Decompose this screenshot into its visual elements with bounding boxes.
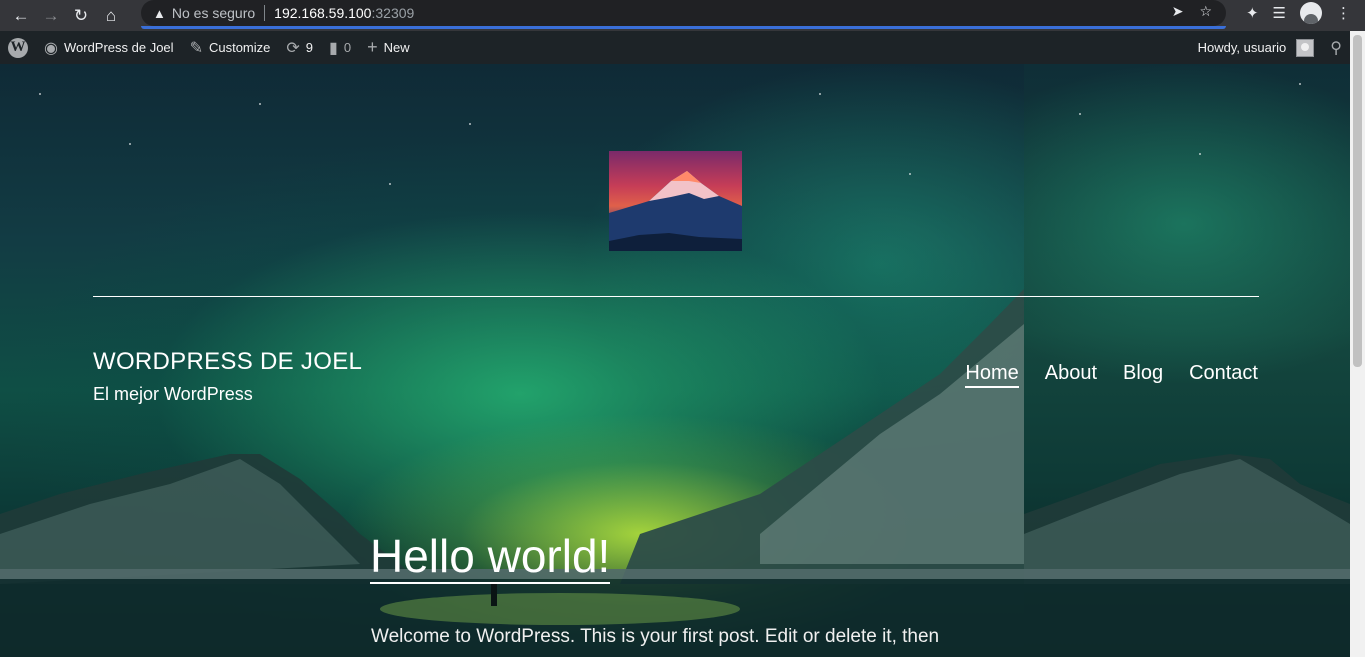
comments-count[interactable]: 0	[344, 40, 351, 55]
comments-link[interactable]: ▮ 0	[321, 31, 359, 64]
home-icon[interactable]: ⌂	[96, 4, 126, 28]
brush-icon: ✎	[189, 39, 203, 57]
browser-toolbar: ← → ↻ ⌂ ▲ No es seguro 192.168.59.100:32…	[0, 0, 1365, 31]
customize-label[interactable]: Customize	[209, 40, 270, 55]
playlist-icon[interactable]: ☰	[1273, 4, 1286, 22]
admin-site-name-label[interactable]: WordPress de Joel	[64, 40, 174, 55]
loading-indicator	[141, 26, 1226, 29]
address-bar[interactable]: ▲ No es seguro 192.168.59.100:32309 ➤ ☆	[141, 0, 1226, 26]
nav-item-contact[interactable]: Contact	[1189, 362, 1258, 388]
forward-arrow-icon[interactable]: →	[36, 4, 66, 28]
reload-icon[interactable]: ↻	[66, 4, 96, 28]
new-content-link[interactable]: + New	[359, 31, 418, 64]
header-image[interactable]	[609, 151, 742, 251]
back-arrow-icon[interactable]: ←	[6, 4, 36, 28]
wp-logo-menu[interactable]: W	[0, 31, 36, 64]
howdy-user[interactable]: Howdy, usuario	[1198, 40, 1287, 55]
customize-link[interactable]: ✎ Customize	[182, 31, 279, 64]
wp-admin-bar: W ◉ WordPress de Joel ✎ Customize ⟳ 9 ▮ …	[0, 31, 1350, 64]
nav-item-blog[interactable]: Blog	[1123, 362, 1163, 388]
warning-icon[interactable]: ▲	[153, 6, 166, 21]
header-divider	[93, 296, 1259, 297]
send-icon[interactable]: ➤	[1172, 3, 1184, 20]
puzzle-icon[interactable]: ✦	[1246, 4, 1259, 22]
url-port[interactable]: :32309	[371, 5, 414, 21]
dashboard-gauge-icon: ◉	[44, 39, 58, 57]
url-host[interactable]: 192.168.59.100	[274, 5, 371, 21]
kebab-menu-icon[interactable]: ⋮	[1336, 4, 1351, 22]
updates-link[interactable]: ⟳ 9	[278, 31, 321, 64]
search-icon[interactable]: ⚲	[1330, 38, 1342, 58]
comment-bubble-icon: ▮	[329, 39, 338, 57]
updates-icon: ⟳	[286, 39, 300, 57]
updates-count[interactable]: 9	[306, 40, 313, 55]
user-avatar[interactable]	[1296, 38, 1315, 57]
site-title[interactable]: WORDPRESS DE JOEL	[93, 348, 362, 376]
admin-site-name[interactable]: ◉ WordPress de Joel	[36, 31, 182, 64]
site-description: El mejor WordPress	[93, 384, 253, 404]
post-excerpt: Welcome to WordPress. This is your first…	[371, 626, 940, 647]
nav-item-about[interactable]: About	[1045, 362, 1097, 388]
page-scrollbar[interactable]	[1350, 31, 1365, 657]
post-title-link[interactable]: Hello world!	[370, 530, 611, 584]
profile-icon[interactable]	[1300, 2, 1322, 24]
hero-background: WORDPRESS DE JOEL El mejor WordPress Hom…	[0, 64, 1350, 657]
plus-icon: +	[367, 37, 378, 57]
new-label[interactable]: New	[384, 40, 410, 55]
scrollbar-thumb[interactable]	[1353, 35, 1362, 367]
security-status[interactable]: No es seguro	[172, 5, 255, 21]
star-icon[interactable]: ☆	[1199, 3, 1212, 20]
nav-item-home[interactable]: Home	[965, 362, 1019, 388]
wordpress-logo-icon[interactable]: W	[8, 37, 28, 58]
address-divider	[264, 5, 266, 21]
main-navigation: Home About Blog Contact	[965, 362, 1258, 388]
